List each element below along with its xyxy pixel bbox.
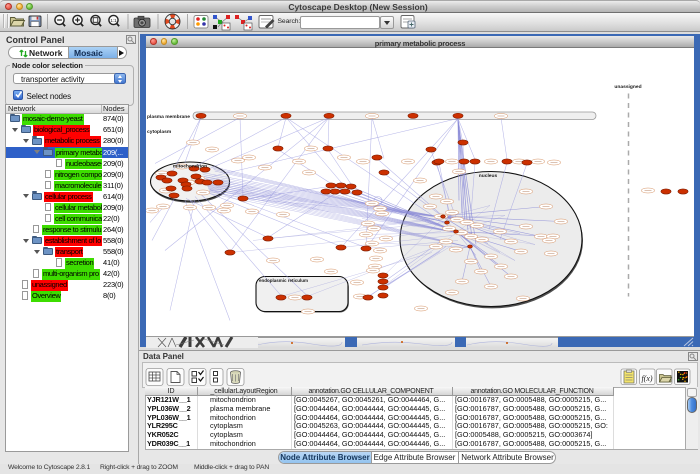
- svg-text:cytoplasm: cytoplasm: [147, 129, 172, 135]
- svg-text:f(x): f(x): [641, 374, 652, 383]
- svg-text:plasma membrane: plasma membrane: [147, 114, 190, 120]
- svg-text:endoplasmic reticulum: endoplasmic reticulum: [259, 278, 308, 283]
- svg-text:1:1: 1:1: [110, 18, 117, 23]
- svg-text:mitochondrion: mitochondrion: [173, 163, 207, 169]
- svg-text:unassigned: unassigned: [614, 84, 641, 90]
- svg-text:nucleus: nucleus: [479, 173, 498, 179]
